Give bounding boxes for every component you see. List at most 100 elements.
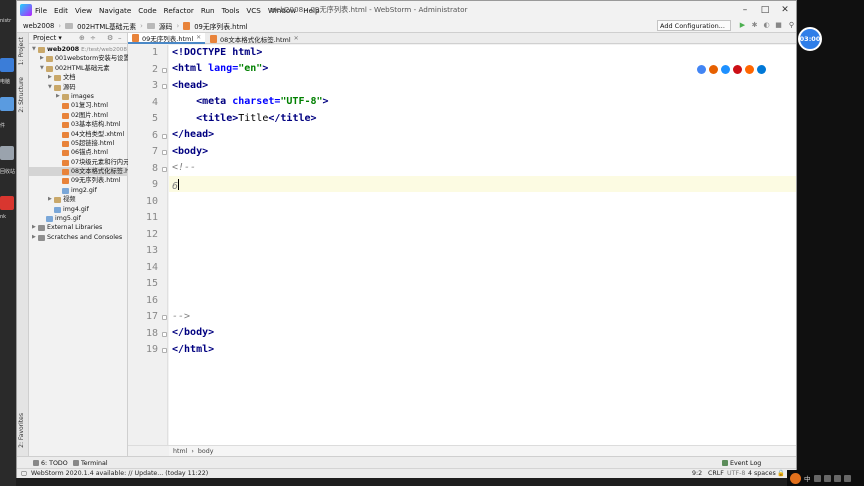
tree-folder[interactable]: ▶ 视频	[29, 195, 128, 204]
tray-icon[interactable]	[823, 474, 831, 482]
tree-item[interactable]: 04文档类型.xhtml	[29, 130, 128, 139]
todo-button[interactable]: 6: TODO	[33, 458, 68, 468]
menu-run[interactable]: Run	[201, 6, 215, 15]
add-configuration-button[interactable]: Add Configuration...	[657, 20, 731, 31]
folder-icon[interactable]	[0, 97, 14, 111]
fold-marker-icon[interactable]	[162, 166, 167, 172]
tray-icon[interactable]	[833, 474, 841, 482]
menu-refactor[interactable]: Refactor	[164, 6, 194, 15]
chevron-right-icon[interactable]: ▶	[48, 74, 52, 80]
tree-item[interactable]: 02图片.html	[29, 111, 128, 120]
chevron-down-icon[interactable]: ▼	[32, 46, 36, 52]
chevron-right-icon[interactable]: ▶	[32, 234, 36, 240]
tray-icon[interactable]	[813, 474, 821, 482]
tree-folder[interactable]: ▼ web2008 E:/test/web2008	[29, 45, 128, 54]
tree-item[interactable]: 06锚点.html	[29, 148, 128, 157]
tree-item[interactable]: 07块级元素和行内元素	[29, 158, 128, 167]
run-icon[interactable]: ▶	[738, 21, 747, 30]
menu-view[interactable]: View	[75, 6, 92, 15]
crumb-subfolder[interactable]: 源码	[159, 21, 173, 31]
crumb-folder[interactable]: 002HTML基础元素	[77, 21, 136, 31]
editor-tab-active[interactable]: 09无序列表.html ✕	[128, 33, 206, 44]
fold-marker-icon[interactable]	[162, 150, 167, 155]
editor-crumb-body[interactable]: body	[198, 448, 214, 455]
locate-icon[interactable]: ⊕	[79, 34, 85, 42]
close-icon[interactable]: ✕	[775, 3, 795, 17]
menu-file[interactable]: File	[35, 6, 47, 15]
fold-marker-icon[interactable]	[162, 133, 167, 139]
hide-icon[interactable]: –	[118, 34, 122, 42]
tree-item[interactable]: img5.gif	[29, 214, 128, 223]
maximize-icon[interactable]: □	[755, 3, 775, 17]
safari-icon[interactable]	[721, 65, 730, 74]
ie-icon[interactable]	[757, 65, 766, 74]
opera-icon[interactable]	[733, 65, 742, 74]
tree-folder[interactable]: ▶ 文档	[29, 73, 128, 82]
status-message[interactable]: WebStorm 2020.1.4 available: // Update..…	[31, 469, 208, 479]
fold-marker-icon[interactable]	[162, 84, 167, 89]
chevron-down-icon[interactable]: ▼	[40, 65, 44, 71]
chevron-right-icon[interactable]: ▶	[56, 93, 60, 99]
computer-icon[interactable]	[0, 58, 14, 72]
tab-favorites[interactable]: 2: Favorites	[18, 413, 25, 448]
menu-edit[interactable]: Edit	[54, 6, 68, 15]
menu-navigate[interactable]: Navigate	[99, 6, 131, 15]
close-tab-icon[interactable]: ✕	[294, 35, 299, 42]
tree-folder[interactable]: ▶ images	[29, 92, 128, 101]
indent-setting[interactable]: 4 spaces	[748, 469, 776, 479]
tree-item[interactable]: 08文本格式化标签.html	[29, 167, 128, 177]
event-log-button[interactable]: Event Log	[722, 458, 761, 468]
debug-icon[interactable]: ✱	[750, 21, 759, 30]
tree-item[interactable]: img4.gif	[29, 205, 128, 214]
coverage-icon[interactable]: ◐	[762, 21, 771, 30]
chevron-right-icon[interactable]: ▶	[48, 196, 52, 202]
chrome-icon[interactable]	[697, 65, 706, 74]
crumb-file[interactable]: 09无序列表.html	[194, 21, 247, 31]
tree-item[interactable]: ▶ Scratches and Consoles	[29, 233, 128, 242]
tray-icon[interactable]	[843, 474, 851, 482]
close-tab-icon[interactable]: ✕	[196, 34, 201, 41]
status-toggle-icon[interactable]: ▢	[21, 469, 27, 479]
project-view-selector[interactable]: Project ▾	[33, 34, 62, 42]
gear-icon[interactable]: ⚙	[107, 34, 113, 42]
terminal-button[interactable]: Terminal	[73, 458, 108, 468]
tree-item[interactable]: 09无序列表.html	[29, 176, 128, 185]
tree-item[interactable]: 05超链接.html	[29, 139, 128, 148]
fold-marker-icon[interactable]	[162, 315, 167, 320]
tree-folder[interactable]: ▼ 源码	[29, 83, 128, 92]
editor-crumb-html[interactable]: html	[173, 448, 187, 455]
tree-item[interactable]: 01复习.html	[29, 101, 128, 110]
yandex-icon[interactable]	[745, 65, 754, 74]
menu-vcs[interactable]: VCS	[246, 6, 261, 15]
file-encoding[interactable]: UTF-8	[727, 469, 745, 479]
firefox-icon[interactable]	[709, 65, 718, 74]
timer-badge[interactable]: 03:00	[798, 27, 822, 51]
editor-tab[interactable]: 08文本格式化标签.html ✕	[206, 33, 303, 44]
tab-project[interactable]: 1: Project	[18, 37, 25, 65]
tree-folder[interactable]: ▶ 001webstorm安装与设置	[29, 54, 128, 63]
tree-item[interactable]: ▶ External Libraries	[29, 223, 128, 232]
fold-marker-icon[interactable]	[162, 331, 167, 337]
tree-folder[interactable]: ▼ 002HTML基础元素	[29, 64, 128, 73]
app-tray-icon[interactable]	[790, 472, 801, 484]
fold-marker-icon[interactable]	[162, 348, 167, 353]
tree-item[interactable]: 03基本结构.html	[29, 120, 128, 129]
menu-code[interactable]: Code	[138, 6, 156, 15]
crumb-project[interactable]: web2008	[23, 22, 54, 30]
search-icon[interactable]: ⚲	[787, 21, 796, 30]
menu-tools[interactable]: Tools	[222, 6, 240, 15]
app-shortcut-icon[interactable]	[0, 196, 14, 210]
chevron-right-icon[interactable]: ▶	[40, 55, 44, 61]
lock-icon[interactable]: 🔒	[777, 469, 785, 479]
chevron-down-icon[interactable]: ▼	[48, 84, 52, 90]
tree-item[interactable]: img2.gif	[29, 186, 128, 195]
fold-marker-icon[interactable]	[162, 67, 167, 73]
ime-indicator[interactable]: 中	[804, 473, 811, 483]
minimize-icon[interactable]: –	[735, 3, 755, 17]
chevron-right-icon[interactable]: ▶	[32, 224, 36, 230]
recycle-bin-icon[interactable]	[0, 146, 14, 160]
collapse-all-icon[interactable]: ÷	[90, 34, 96, 42]
tab-structure[interactable]: 2: Structure	[18, 77, 25, 113]
code-editor[interactable]: <!DOCTYPE html> <html lang="en"> <head> …	[169, 45, 796, 445]
caret-position[interactable]: 9:2	[692, 469, 702, 479]
